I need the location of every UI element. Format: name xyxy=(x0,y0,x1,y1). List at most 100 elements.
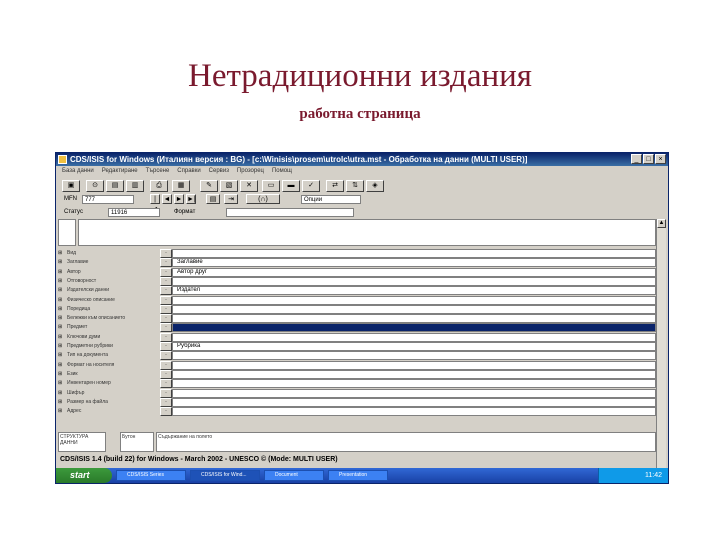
menu-item[interactable]: Прозорец xyxy=(237,168,264,174)
jump-icon[interactable]: ⇥ xyxy=(224,194,238,204)
field-picklist-button[interactable]: · xyxy=(160,342,172,351)
field-value-input[interactable] xyxy=(172,304,656,314)
field-picklist-button[interactable]: · xyxy=(160,276,172,286)
field-row: ⊞ Заглавие · Заглавие xyxy=(58,258,656,268)
field-value-input[interactable] xyxy=(172,369,656,379)
window-titlebar[interactable]: CDS/ISIS for Windows (Италиян версия : B… xyxy=(56,153,668,166)
field-tag-icon[interactable]: ⊞ xyxy=(58,398,66,406)
taskbar-item[interactable]: Presentation xyxy=(328,470,388,481)
menu-item[interactable]: Помощ xyxy=(272,168,292,174)
field-value-input[interactable] xyxy=(172,323,656,333)
field-value-input[interactable]: Рубрика xyxy=(172,342,656,351)
edit-icon[interactable]: ✎ xyxy=(200,180,218,192)
field-value-input[interactable] xyxy=(172,332,656,342)
copy-icon[interactable]: ▭ xyxy=(262,180,280,192)
field-edit-area[interactable] xyxy=(78,219,656,246)
field-picklist-button[interactable]: · xyxy=(160,332,172,342)
browse-icon[interactable]: ▤ xyxy=(106,180,124,192)
export-icon[interactable]: ⇄ xyxy=(326,180,344,192)
prev-record-icon[interactable]: ◄ xyxy=(162,194,172,204)
field-tag-icon[interactable]: ⊞ xyxy=(58,370,66,378)
paste-icon[interactable]: ▬ xyxy=(282,180,300,192)
first-record-icon[interactable]: |◄ xyxy=(150,194,160,213)
mark-icon[interactable]: ▤ xyxy=(206,194,220,204)
fields-button[interactable]: (∩) xyxy=(246,194,280,204)
format-select[interactable] xyxy=(226,208,354,217)
field-tag-icon[interactable]: ⊞ xyxy=(58,296,66,304)
field-tag-icon[interactable]: ⊞ xyxy=(58,286,66,294)
field-tag-icon[interactable]: ⊞ xyxy=(58,342,66,350)
delete-icon[interactable]: ✕ xyxy=(240,180,258,192)
field-tag-icon[interactable]: ⊞ xyxy=(58,323,66,331)
field-picklist-button[interactable]: · xyxy=(160,314,172,324)
save-icon[interactable]: ▦ xyxy=(172,180,190,192)
field-value-input[interactable] xyxy=(172,379,656,389)
field-tag-icon[interactable]: ⊞ xyxy=(58,249,66,257)
field-picklist-button[interactable]: · xyxy=(160,267,172,277)
field-value-input[interactable]: Автор друг xyxy=(172,267,656,277)
maximize-icon[interactable]: □ xyxy=(643,154,654,164)
field-tag-icon[interactable]: ⊞ xyxy=(58,361,66,369)
field-value-input[interactable]: Издател xyxy=(172,286,656,296)
field-picklist-button[interactable]: · xyxy=(160,304,172,314)
menu-item[interactable]: Търсене xyxy=(146,168,170,174)
field-picklist-button[interactable]: · xyxy=(160,360,172,370)
field-value-input[interactable] xyxy=(172,276,656,286)
field-tag-icon[interactable]: ⊞ xyxy=(58,351,66,359)
field-value-input[interactable] xyxy=(172,351,656,361)
mfn-input[interactable]: 777 xyxy=(82,195,134,204)
field-tag-icon[interactable]: ⊞ xyxy=(58,277,66,285)
index-icon[interactable]: ▥ xyxy=(126,180,144,192)
field-value-input[interactable] xyxy=(172,249,656,258)
next-record-icon[interactable]: ► xyxy=(174,194,184,204)
import-icon[interactable]: ⇅ xyxy=(346,180,364,192)
field-tag-icon[interactable]: ⊞ xyxy=(58,389,66,397)
new-record-icon[interactable]: ▧ xyxy=(220,180,238,192)
field-value-input[interactable] xyxy=(172,388,656,398)
taskbar-item[interactable]: CDS/ISIS Series xyxy=(116,470,186,481)
menu-item[interactable]: База данни xyxy=(62,168,94,174)
field-picklist-button[interactable]: · xyxy=(160,388,172,398)
taskbar-item[interactable]: CDS/ISIS for Wind... xyxy=(190,470,260,481)
field-picklist-button[interactable]: · xyxy=(160,258,172,268)
validate-icon[interactable]: ◈ xyxy=(366,180,384,192)
menu-item[interactable]: Справки xyxy=(177,168,200,174)
check-icon[interactable]: ✓ xyxy=(302,180,320,192)
field-picklist-button[interactable]: · xyxy=(160,286,172,296)
field-value-input[interactable] xyxy=(172,295,656,305)
field-tag-icon[interactable]: ⊞ xyxy=(58,333,66,341)
field-picklist-button[interactable]: · xyxy=(160,407,172,417)
vertical-scrollbar[interactable]: ▲ ▼ xyxy=(656,219,666,479)
scroll-up-icon[interactable]: ▲ xyxy=(657,219,666,228)
start-button[interactable]: start xyxy=(56,468,112,483)
menu-item[interactable]: Сервиз xyxy=(209,168,229,174)
field-picklist-button[interactable]: · xyxy=(160,379,172,389)
open-db-icon[interactable]: ▣ xyxy=(62,180,80,192)
minimize-icon[interactable]: _ xyxy=(631,154,642,164)
field-value-input[interactable] xyxy=(172,360,656,370)
field-tag-icon[interactable]: ⊞ xyxy=(58,258,66,266)
print-icon[interactable]: ⎙ xyxy=(150,180,168,192)
options-select[interactable]: Опции xyxy=(301,195,361,204)
field-value-input[interactable] xyxy=(172,407,656,417)
field-value-input[interactable] xyxy=(172,397,656,407)
field-value-input[interactable] xyxy=(172,314,656,324)
status-input[interactable]: 11916 xyxy=(108,208,160,217)
field-tag-icon[interactable]: ⊞ xyxy=(58,407,66,415)
field-picklist-button[interactable]: · xyxy=(160,295,172,305)
taskbar-item[interactable]: Document xyxy=(264,470,324,481)
field-picklist-button[interactable]: · xyxy=(160,323,172,333)
search-icon[interactable]: ⊙ xyxy=(86,180,104,192)
last-record-icon[interactable]: ►| xyxy=(186,194,196,204)
close-icon[interactable]: × xyxy=(655,154,666,164)
field-tag-icon[interactable]: ⊞ xyxy=(58,268,66,276)
field-picklist-button[interactable]: · xyxy=(160,351,172,361)
field-tag-icon[interactable]: ⊞ xyxy=(58,314,66,322)
field-tag-icon[interactable]: ⊞ xyxy=(58,379,66,387)
field-picklist-button[interactable]: · xyxy=(160,369,172,379)
field-tag-icon[interactable]: ⊞ xyxy=(58,305,66,313)
field-picklist-button[interactable]: · xyxy=(160,397,172,407)
field-value-input[interactable]: Заглавие xyxy=(172,258,656,268)
field-picklist-button[interactable]: · xyxy=(160,249,172,258)
menu-item[interactable]: Редактиране xyxy=(102,168,138,174)
